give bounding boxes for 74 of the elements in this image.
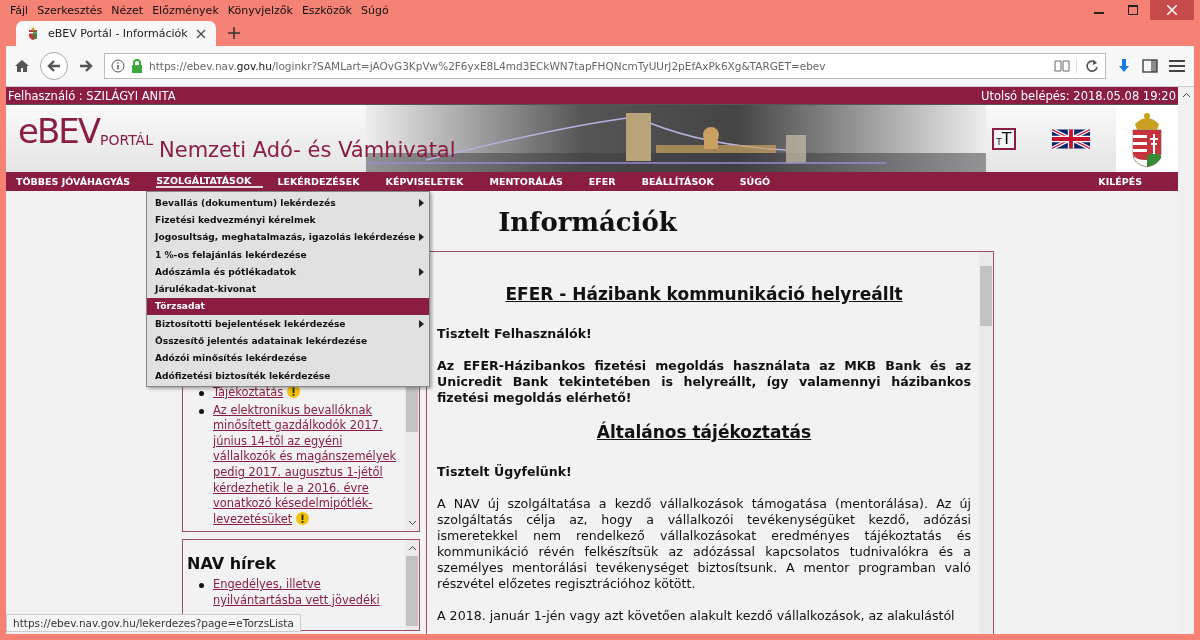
menu-item[interactable]: Súgó bbox=[360, 3, 389, 17]
paragraph: Tisztelt Felhasználók! bbox=[437, 326, 593, 342]
nav-item[interactable]: TÖBBES JÓVÁHAGYÁS bbox=[16, 176, 143, 187]
menu-item[interactable]: Előzmények bbox=[152, 3, 219, 17]
sidebar-icon[interactable] bbox=[1142, 58, 1158, 74]
logo-text: eBEV bbox=[18, 113, 99, 148]
scroll-thumb[interactable] bbox=[980, 266, 992, 326]
text-size-button[interactable]: TT bbox=[992, 127, 1016, 150]
bullet-icon bbox=[199, 408, 204, 414]
page-title: Információk bbox=[498, 207, 677, 237]
nav-item[interactable]: KÉPVISELETEK bbox=[385, 176, 476, 187]
dropdown-item[interactable]: Adószámla és pótlékadatok bbox=[147, 263, 429, 281]
dropdown-item[interactable]: Adózói minősítés lekérdezése bbox=[147, 349, 429, 367]
coat-of-arms-icon bbox=[26, 26, 40, 41]
menu-item[interactable]: Könyvjelzők bbox=[227, 3, 293, 17]
new-tab-icon[interactable] bbox=[228, 27, 240, 39]
nav-item[interactable]: EFER bbox=[588, 176, 628, 187]
dropdown-item[interactable]: Járulékadat-kivonat bbox=[147, 280, 429, 298]
status-url-tooltip: https://ebev.nav.gov.hu/lekerdezes?page=eTorzsLista bbox=[6, 614, 301, 632]
menu-item[interactable]: Fájl bbox=[10, 3, 29, 17]
dropdown-item[interactable]: Bevallás (dokumentum) lekérdezés bbox=[147, 194, 429, 212]
reload-icon[interactable] bbox=[1076, 59, 1099, 73]
news-link[interactable]: Engedélyes, illetve nyilvántartásba vett jövedéki bbox=[213, 577, 403, 609]
scroll-down-icon[interactable] bbox=[407, 520, 417, 527]
menu-item[interactable]: Szerkesztés bbox=[37, 3, 103, 17]
user-name: Felhasználó : SZILÁGYI ANITA bbox=[8, 88, 176, 103]
scrollbar[interactable] bbox=[405, 540, 419, 631]
address-bar[interactable]: https://ebev.nav.gov.hu/loginkr?SAMLart=jAOvG3KpVw%2F6yxE8L4md3ECkWN7tapFHQNcmTyUUrJ2pEfAxPk6Xg&TARGET=ebev bbox=[104, 53, 1106, 79]
scroll-up-icon[interactable] bbox=[1181, 92, 1191, 98]
logo-subtitle: PORTÁL bbox=[100, 131, 153, 148]
reader-view-icon[interactable] bbox=[1054, 59, 1070, 73]
scrollbar[interactable] bbox=[979, 252, 993, 634]
dropdown-item[interactable]: Adófizetési biztosíték lekérdezése bbox=[147, 366, 429, 385]
browser-tab[interactable]: eBEV Portál - Információk bbox=[16, 21, 216, 46]
dropdown-item[interactable]: Összesítő jelentés adatainak lekérdezése bbox=[147, 332, 429, 350]
scroll-up-icon[interactable] bbox=[407, 545, 417, 552]
menu-item[interactable]: Nézet bbox=[111, 3, 144, 17]
news-link[interactable]: Az elektronikus bevallóknak minősített gazdálkodók 2017. június 14-től az egyéni vállalkozók és magánszemélyek pedig 2017. augusztus 1-jétől kérdezhetik le a 2016. évre vonatkozó késedelmipótlék-levezetésüket bbox=[213, 402, 403, 528]
info-icon[interactable] bbox=[111, 59, 125, 73]
nav-item[interactable]: MENTORÁLÁS bbox=[489, 176, 575, 187]
nav-item[interactable]: BEÁLLÍTÁSOK bbox=[641, 176, 726, 187]
lock-icon[interactable] bbox=[131, 59, 143, 73]
section-heading: EFER - Házibank kommunikáció helyreállt bbox=[504, 284, 904, 304]
dropdown-item[interactable]: Jogosultság, meghatalmazás, igazolás lekérdezése bbox=[147, 228, 429, 246]
forward-icon[interactable] bbox=[78, 58, 94, 74]
bullet-icon bbox=[199, 583, 204, 589]
back-button[interactable] bbox=[40, 52, 68, 80]
bullet-icon bbox=[199, 391, 204, 396]
agency-name: Nemzeti Adó- és Vámhivatal bbox=[159, 137, 456, 162]
paragraph: A NAV új szolgáltatása a kezdő vállalkozások támogatása (mentorálása). Az új szolgáltatás célja az, hogy a vállalkozói tevékenységüket kezdő, adózási ismeretekkel nem rendelkező vállalkozásokat eredményes tájékoztatás és kommunikáció révén felkészítsük az adózással kapcsolatos tudnivalókra és a személyes mentorálási tevékenységet biztosítsunk. A mentor programban való részvétel előzetes regisztrációhoz kötött. bbox=[437, 496, 971, 592]
scrollbar[interactable] bbox=[1178, 87, 1194, 634]
dropdown-item[interactable]: 1 %-os felajánlás lekérdezése bbox=[147, 245, 429, 264]
menu-item[interactable]: Eszközök bbox=[301, 3, 352, 17]
menu-icon[interactable] bbox=[1168, 58, 1186, 74]
flag-icon[interactable] bbox=[1052, 126, 1090, 151]
home-icon[interactable] bbox=[14, 58, 30, 74]
scroll-thumb[interactable] bbox=[406, 556, 418, 627]
back-icon[interactable] bbox=[46, 58, 62, 74]
paragraph: Tisztelt Ügyfelünk! bbox=[437, 464, 573, 480]
last-login: Utolsó belépés: 2018.05.08 19:20 bbox=[980, 88, 1176, 103]
panel-title: NAV hírek bbox=[187, 554, 277, 574]
paragraph: Az EFER-Házibankos fizetési megoldás használata az MKB Bank és az Unicredit Bank tekintetében is helyreállt, így valamennyi házibankos fizetési megoldás elérhető! bbox=[437, 358, 971, 406]
close-icon[interactable] bbox=[1150, 0, 1194, 20]
section-heading: Általános tájékoztatás bbox=[595, 422, 813, 442]
dropdown-item[interactable]: Biztosítotti bejelentések lekérdezése bbox=[147, 315, 429, 333]
logout-link[interactable]: KILÉPÉS bbox=[1098, 176, 1154, 187]
nav-item[interactable]: SZOLGÁLTATÁSOK bbox=[156, 175, 264, 188]
nav-item[interactable]: LEKÉRDEZÉSEK bbox=[277, 176, 372, 187]
paragraph: A 2018. január 1-jén vagy azt követően alakult kezdő vállalkozások, az alakulástól bbox=[437, 608, 956, 624]
dropdown-item[interactable]: Fizetési kedvezményi kérelmek bbox=[147, 211, 429, 229]
download-icon[interactable] bbox=[1116, 58, 1132, 74]
close-tab-icon[interactable] bbox=[196, 28, 206, 39]
dropdown-item[interactable]: Törzsadat bbox=[147, 297, 429, 316]
nav-item[interactable]: SÚGÓ bbox=[739, 176, 783, 187]
